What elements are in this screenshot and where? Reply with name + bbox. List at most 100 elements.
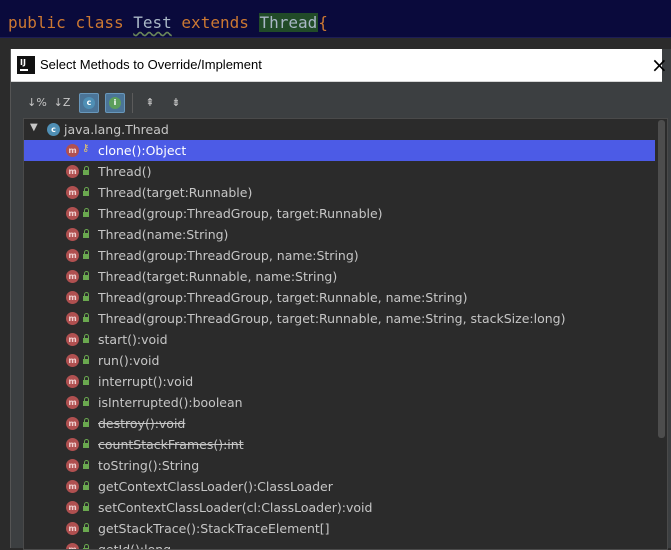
method-icon: m bbox=[66, 270, 79, 283]
intellij-app-icon: IJ bbox=[17, 56, 35, 74]
code-line[interactable]: public class Test extends Thread{ bbox=[8, 12, 328, 34]
method-label: interrupt():void bbox=[98, 374, 194, 389]
method-row[interactable]: m Thread(target:Runnable, name:String) bbox=[24, 266, 655, 287]
method-row[interactable]: m isInterrupted():boolean bbox=[24, 392, 655, 413]
method-icon: m bbox=[66, 291, 79, 304]
method-label: getStackTrace():StackTraceElement[] bbox=[98, 521, 330, 536]
close-icon[interactable]: × bbox=[651, 53, 668, 77]
method-icon: m bbox=[66, 207, 79, 220]
superclass-thread: Thread bbox=[258, 13, 319, 32]
expand-all-icon[interactable]: ⇞ bbox=[140, 93, 160, 113]
method-label: run():void bbox=[98, 353, 160, 368]
method-label: Thread() bbox=[98, 164, 152, 179]
keyword-public: public bbox=[8, 13, 66, 32]
public-lock-icon bbox=[83, 313, 89, 322]
open-brace: { bbox=[318, 13, 328, 32]
public-lock-icon bbox=[83, 418, 89, 427]
method-icon: m bbox=[66, 522, 79, 535]
collapse-all-icon[interactable]: ⇟ bbox=[166, 93, 186, 113]
method-row[interactable]: m Thread(target:Runnable) bbox=[24, 182, 655, 203]
public-lock-icon bbox=[83, 376, 89, 385]
method-icon: m bbox=[66, 144, 79, 157]
method-row[interactable]: m destroy():void bbox=[24, 413, 655, 434]
method-row[interactable]: m interrupt():void bbox=[24, 371, 655, 392]
sort-by-visibility-icon[interactable]: ↓% bbox=[27, 93, 47, 113]
method-label: Thread(group:ThreadGroup, name:String) bbox=[98, 248, 359, 263]
method-label: toString():String bbox=[98, 458, 200, 473]
method-icon: m bbox=[66, 354, 79, 367]
public-lock-icon bbox=[83, 439, 89, 448]
editor-code-line-bar: public class Test extends Thread{ bbox=[0, 0, 671, 38]
tree-root-row[interactable]: ▼ c java.lang.Thread bbox=[24, 119, 655, 140]
sort-alphabetically-icon[interactable]: ↓Z bbox=[52, 93, 72, 113]
method-icon: m bbox=[66, 543, 79, 549]
class-icon: c bbox=[83, 97, 95, 109]
method-label: isInterrupted():boolean bbox=[98, 395, 243, 410]
expand-arrow-icon[interactable]: ▼ bbox=[30, 122, 38, 133]
select-methods-dialog: IJ Select Methods to Override/Implement … bbox=[10, 49, 671, 550]
method-icon: m bbox=[66, 186, 79, 199]
public-lock-icon bbox=[83, 271, 89, 280]
method-label: Thread(group:ThreadGroup, target:Runnabl… bbox=[98, 290, 468, 305]
method-row[interactable]: m countStackFrames():int bbox=[24, 434, 655, 455]
method-label: setContextClassLoader(cl:ClassLoader):vo… bbox=[98, 500, 373, 515]
method-label: Thread(group:ThreadGroup, target:Runnabl… bbox=[98, 311, 566, 326]
show-classes-toggle[interactable]: c bbox=[79, 93, 99, 113]
method-icon: m bbox=[66, 438, 79, 451]
method-icon: m bbox=[66, 312, 79, 325]
method-icon: m bbox=[66, 459, 79, 472]
public-lock-icon bbox=[83, 355, 89, 364]
method-label: countStackFrames():int bbox=[98, 437, 244, 452]
method-row[interactable]: m Thread(group:ThreadGroup, target:Runnab… bbox=[24, 308, 655, 329]
interface-icon: i bbox=[109, 97, 121, 109]
public-lock-icon bbox=[83, 481, 89, 490]
method-row[interactable]: m getStackTrace():StackTraceElement[] bbox=[24, 518, 655, 539]
keyword-class: class bbox=[75, 13, 124, 32]
method-icon: m bbox=[66, 396, 79, 409]
public-lock-icon bbox=[83, 187, 89, 196]
dialog-title: Select Methods to Override/Implement bbox=[40, 57, 262, 72]
method-row[interactable]: m run():void bbox=[24, 350, 655, 371]
public-lock-icon bbox=[83, 334, 89, 343]
method-label: Thread(target:Runnable, name:String) bbox=[98, 269, 338, 284]
methods-tree[interactable]: ▼ c java.lang.Thread m ⚷ clone():Object m Th… bbox=[23, 118, 668, 550]
method-row[interactable]: m Thread(name:String) bbox=[24, 224, 655, 245]
tree-root-label: java.lang.Thread bbox=[64, 122, 169, 137]
method-row[interactable]: m Thread() bbox=[24, 161, 655, 182]
method-icon: m bbox=[66, 501, 79, 514]
dialog-titlebar[interactable]: IJ Select Methods to Override/Implement … bbox=[11, 49, 668, 82]
method-icon: m bbox=[66, 375, 79, 388]
method-row[interactable]: m ⚷ clone():Object bbox=[24, 140, 655, 161]
public-lock-icon bbox=[83, 250, 89, 259]
method-icon: m bbox=[66, 333, 79, 346]
public-lock-icon bbox=[83, 460, 89, 469]
public-lock-icon bbox=[83, 166, 89, 175]
method-row[interactable]: m getId():long bbox=[24, 539, 655, 550]
public-lock-icon bbox=[83, 292, 89, 301]
public-lock-icon bbox=[83, 397, 89, 406]
method-icon: m bbox=[66, 417, 79, 430]
method-row[interactable]: m setContextClassLoader(cl:ClassLoader):v… bbox=[24, 497, 655, 518]
method-row[interactable]: m Thread(group:ThreadGroup, target:Runnab… bbox=[24, 203, 655, 224]
method-label: Thread(name:String) bbox=[98, 227, 229, 242]
method-label: getId():long bbox=[98, 542, 172, 550]
method-label: start():void bbox=[98, 332, 168, 347]
public-lock-icon bbox=[83, 229, 89, 238]
method-row[interactable]: m getContextClassLoader():ClassLoader bbox=[24, 476, 655, 497]
vertical-scrollbar[interactable] bbox=[657, 119, 666, 549]
public-lock-icon bbox=[83, 544, 89, 549]
method-row[interactable]: m Thread(group:ThreadGroup, name:String) bbox=[24, 245, 655, 266]
keyword-extends: extends bbox=[181, 13, 249, 32]
method-label: Thread(target:Runnable) bbox=[98, 185, 253, 200]
method-icon: m bbox=[66, 165, 79, 178]
method-icon: m bbox=[66, 249, 79, 262]
method-row[interactable]: m toString():String bbox=[24, 455, 655, 476]
toolbar-separator bbox=[132, 93, 133, 113]
public-lock-icon bbox=[83, 502, 89, 511]
method-label: getContextClassLoader():ClassLoader bbox=[98, 479, 333, 494]
method-label: destroy():void bbox=[98, 416, 186, 431]
method-row[interactable]: m Thread(group:ThreadGroup, target:Runnab… bbox=[24, 287, 655, 308]
show-interfaces-toggle[interactable]: i bbox=[105, 93, 125, 113]
scrollbar-thumb[interactable] bbox=[658, 120, 665, 438]
method-row[interactable]: m start():void bbox=[24, 329, 655, 350]
